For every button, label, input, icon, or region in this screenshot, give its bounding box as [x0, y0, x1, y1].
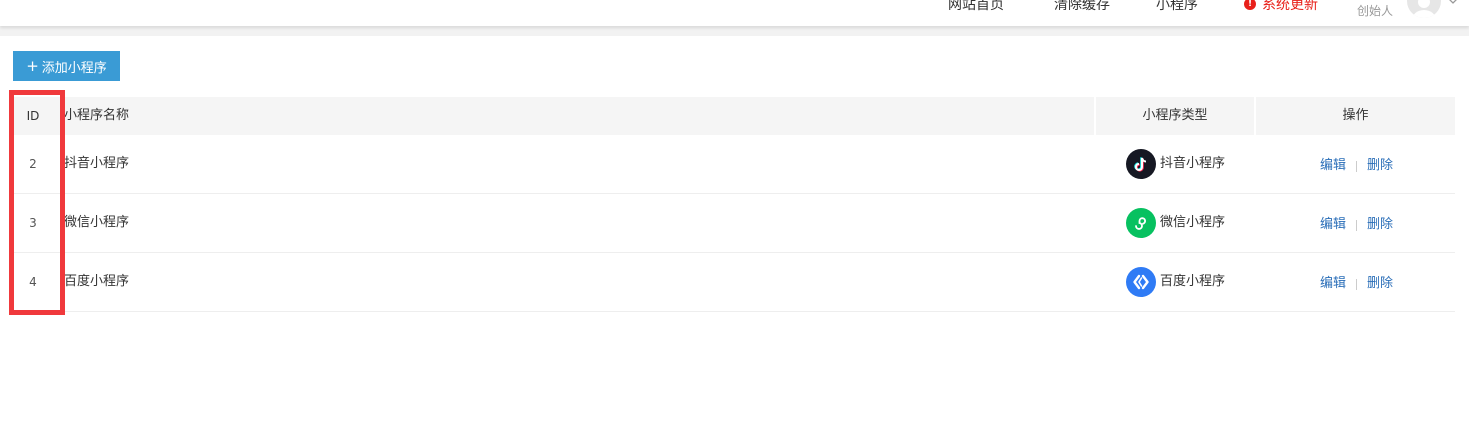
edit-link[interactable]: 编辑 — [1320, 255, 1346, 313]
row-name: 微信小程序 — [64, 215, 130, 230]
system-update-label: 系统更新 — [1262, 0, 1318, 13]
baidu-smartprogram-icon — [1126, 267, 1156, 297]
delete-link[interactable]: 删除 — [1367, 196, 1393, 254]
row-id: 4 — [29, 275, 37, 289]
nav-home-link[interactable]: 网站首页 — [948, 0, 1004, 14]
top-navbar: 网站首页 清除缓存 小程序 ! 系统更新 创始人 — [0, 0, 1469, 26]
row-actions: 编辑 删除 — [1320, 194, 1420, 252]
row-name: 百度小程序 — [64, 274, 130, 289]
column-header-id[interactable]: ID — [13, 97, 53, 135]
table-row: 2 抖音小程序 抖音小程序 编辑 删除 — [13, 135, 1455, 194]
divider — [1356, 219, 1358, 231]
table-header: ID 小程序名称 小程序类型 操作 — [13, 97, 1455, 135]
douyin-icon — [1126, 149, 1156, 179]
row-actions: 编辑 删除 — [1320, 253, 1420, 311]
wechat-miniprogram-icon — [1126, 208, 1156, 238]
row-id: 3 — [29, 216, 37, 230]
chevron-down-icon[interactable] — [1446, 0, 1460, 8]
add-miniprogram-button[interactable]: + 添加小程序 — [13, 51, 120, 81]
user-name[interactable]: 创始人 — [1357, 2, 1393, 19]
delete-link[interactable]: 删除 — [1367, 255, 1393, 313]
row-actions: 编辑 删除 — [1320, 135, 1420, 193]
header-divider — [0, 26, 1469, 36]
divider — [1356, 160, 1358, 172]
alert-icon: ! — [1244, 0, 1256, 10]
table-row: 3 微信小程序 微信小程序 编辑 删除 — [13, 194, 1455, 253]
avatar[interactable] — [1407, 0, 1441, 18]
row-id: 2 — [29, 157, 37, 171]
add-miniprogram-label: 添加小程序 — [41, 60, 107, 76]
row-type-label: 微信小程序 — [1160, 215, 1226, 230]
row-type-label: 抖音小程序 — [1160, 156, 1226, 171]
nav-clear-cache-link[interactable]: 清除缓存 — [1054, 0, 1110, 14]
nav-miniprogram-link[interactable]: 小程序 — [1156, 0, 1198, 14]
nav-system-update-link[interactable]: ! 系统更新 — [1244, 0, 1318, 14]
column-header-type[interactable]: 小程序类型 — [1096, 97, 1254, 135]
row-type-label: 百度小程序 — [1160, 274, 1226, 289]
edit-link[interactable]: 编辑 — [1320, 196, 1346, 254]
delete-link[interactable]: 删除 — [1367, 137, 1393, 195]
table-row: 4 百度小程序 百度小程序 编辑 删除 — [13, 253, 1455, 312]
divider — [1356, 278, 1358, 290]
row-type: 抖音小程序 — [1126, 135, 1225, 193]
column-header-name[interactable]: 小程序名称 — [53, 97, 1094, 135]
row-name: 抖音小程序 — [64, 156, 130, 171]
row-type: 百度小程序 — [1126, 253, 1225, 311]
plus-icon: + — [26, 56, 39, 75]
row-type: 微信小程序 — [1126, 194, 1225, 252]
edit-link[interactable]: 编辑 — [1320, 137, 1346, 195]
column-header-ops: 操作 — [1256, 97, 1455, 135]
